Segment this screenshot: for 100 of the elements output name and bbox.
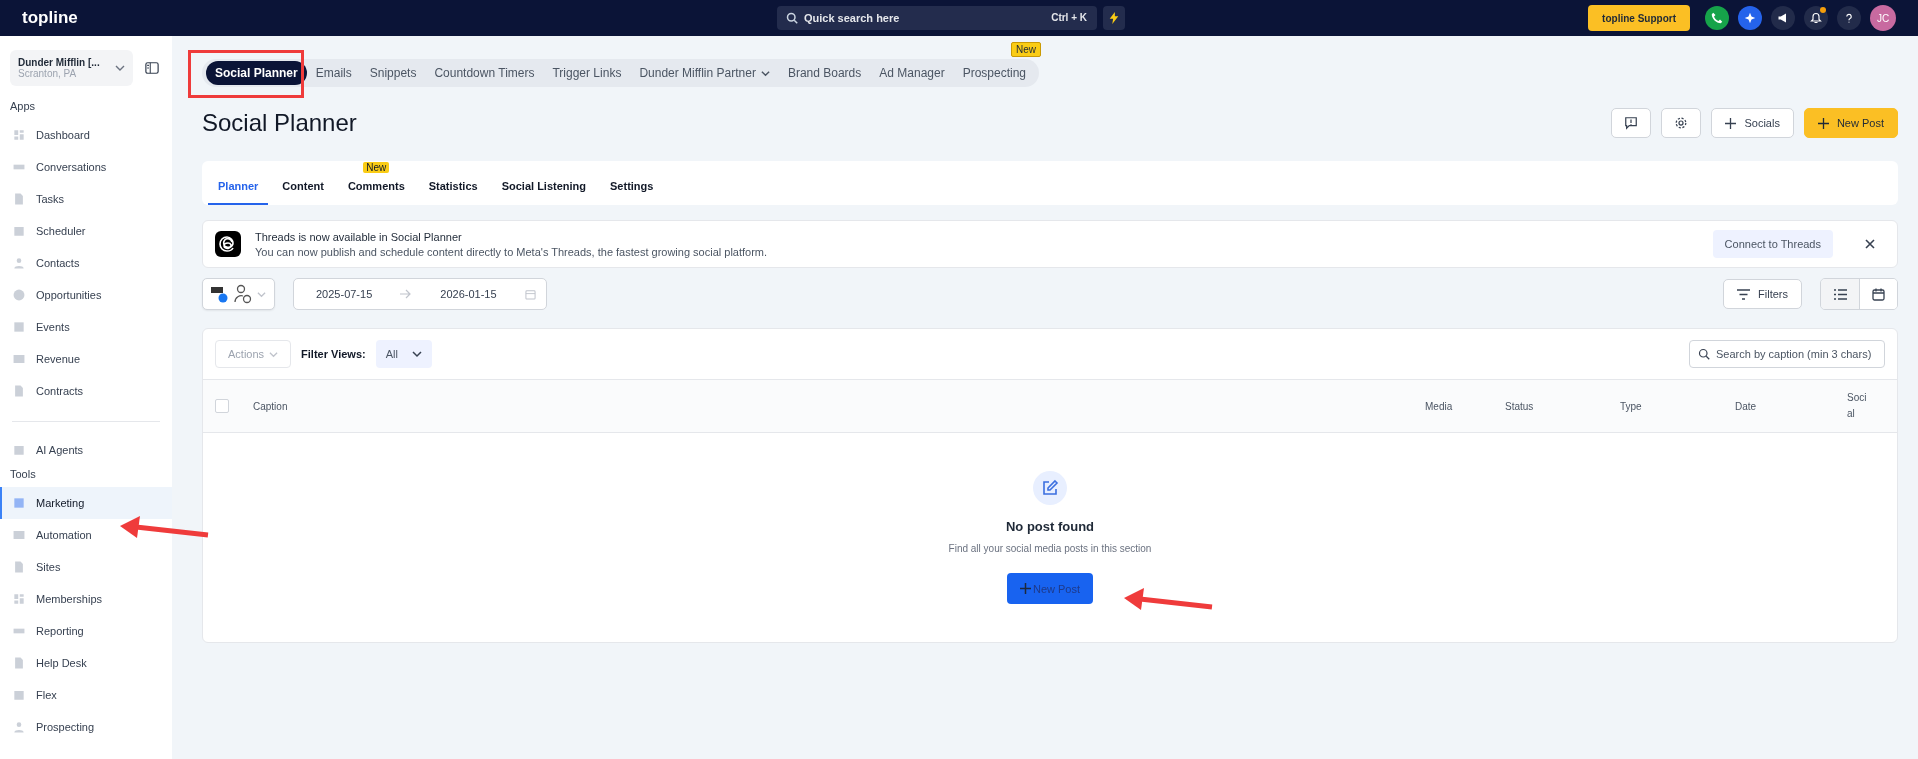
banner-text: You can now publish and schedule content directly to Meta's Threads, the fastest growing social platform. <box>255 245 769 258</box>
nav-icon <box>12 320 26 334</box>
sidebar-item[interactable]: Flex <box>0 679 172 711</box>
phone-icon <box>1711 12 1723 24</box>
module-tab[interactable]: Emails <box>306 61 361 85</box>
banner-title: Threads is now available in Social Planner <box>255 230 463 243</box>
caption-search-field[interactable]: Search by caption (min 3 chars) <box>1689 340 1885 368</box>
add-socials-button[interactable]: Socials <box>1711 108 1794 138</box>
bell-icon <box>1810 12 1822 24</box>
column-header: Status <box>1505 400 1535 412</box>
lightning-button[interactable] <box>1103 6 1125 30</box>
account-location: Scranton, PA <box>18 68 78 79</box>
nav-icon <box>12 192 26 206</box>
notifications-button[interactable] <box>1804 6 1828 30</box>
sidebar-item[interactable]: Help Desk <box>0 647 172 679</box>
sidebar-item[interactable]: Conversations <box>0 151 172 183</box>
module-tab[interactable]: Trigger Links <box>543 61 631 85</box>
nav-icon <box>12 528 26 542</box>
sidebar-item[interactable]: Prospecting <box>0 711 172 743</box>
module-tab[interactable]: Dunder Mifflin Partner <box>630 61 779 85</box>
sidebar-item[interactable]: Scheduler <box>0 215 172 247</box>
sidebar-item[interactable]: Automation <box>0 519 172 551</box>
nav-icon <box>12 128 26 142</box>
feedback-button[interactable] <box>1611 108 1652 138</box>
tab[interactable]: Social Listening <box>491 180 597 205</box>
tab[interactable]: Comments <box>337 180 415 205</box>
account-picker[interactable] <box>202 278 275 310</box>
search-icon <box>786 12 798 24</box>
sidebar-item[interactable]: Opportunities <box>0 279 172 311</box>
select-all-checkbox[interactable] <box>215 399 229 413</box>
account-name: Dunder Mifflin [... <box>18 57 101 68</box>
empty-state-text: Find all your social media posts in this section <box>948 543 1152 554</box>
nav-icon <box>12 688 26 702</box>
nav-icon <box>12 224 26 238</box>
support-button[interactable]: topline Support <box>1588 5 1690 31</box>
megaphone-button[interactable] <box>1771 6 1795 30</box>
chevron-down-icon <box>411 349 422 359</box>
nav-icon <box>12 384 26 398</box>
new-post-button[interactable]: New Post <box>1803 108 1898 138</box>
sidebar-item[interactable]: Revenue <box>0 343 172 375</box>
user-icon <box>233 284 253 304</box>
shortcut-hint: Ctrl + K <box>1051 12 1087 23</box>
filter-views-dropdown[interactable]: All <box>375 340 432 368</box>
edit-icon <box>1033 471 1067 505</box>
tab[interactable]: Settings <box>600 180 664 205</box>
tab[interactable]: Planner <box>208 180 269 205</box>
nav-icon <box>12 560 26 574</box>
nav-icon <box>12 256 26 270</box>
module-tab[interactable]: Social Planner <box>206 61 307 85</box>
date-range-field[interactable]: 2025-07-15 2026-01-15 <box>293 278 547 310</box>
module-tab[interactable]: Prospecting <box>953 61 1036 85</box>
calendar-view-button[interactable] <box>1859 279 1897 309</box>
phone-button[interactable] <box>1705 6 1729 30</box>
module-tab[interactable]: Brand Boards <box>778 61 871 85</box>
column-header: Social <box>1847 391 1868 421</box>
filter-views-label: Filter Views: <box>301 348 366 360</box>
sidebar-item[interactable]: Tasks <box>0 183 172 215</box>
close-icon[interactable] <box>1865 239 1875 249</box>
sparkle-button[interactable] <box>1738 6 1762 30</box>
filters-button[interactable]: Filters <box>1723 279 1802 309</box>
tab[interactable]: Statistics <box>418 180 488 205</box>
chevron-down-icon <box>269 349 279 359</box>
sidebar-item[interactable]: Reporting <box>0 615 172 647</box>
tab[interactable]: Content <box>272 180 334 205</box>
filter-icon <box>1737 288 1751 300</box>
sparkle-icon <box>1744 12 1756 24</box>
nav-icon <box>12 496 26 510</box>
settings-button[interactable] <box>1661 108 1702 138</box>
chevron-down-icon <box>257 289 266 299</box>
connect-threads-button[interactable]: Connect to Threads <box>1712 230 1833 258</box>
empty-state-title: No post found <box>1005 519 1095 534</box>
sidebar-toggle-icon[interactable] <box>145 61 159 75</box>
chevron-down-icon <box>115 63 125 73</box>
sidebar-item[interactable]: Marketing <box>0 487 172 519</box>
help-button[interactable] <box>1837 6 1861 30</box>
arrow-right-icon <box>400 289 413 299</box>
facebook-account-icon <box>211 285 229 303</box>
module-tab[interactable]: Snippets <box>360 61 426 85</box>
sidebar-item[interactable]: Contacts <box>0 247 172 279</box>
column-header: Date <box>1735 400 1758 412</box>
megaphone-icon <box>1777 12 1789 24</box>
nav-icon <box>12 288 26 302</box>
module-tab[interactable]: Ad Manager <box>870 61 954 85</box>
sidebar-item[interactable]: AI Agents <box>0 434 172 466</box>
threads-logo-icon <box>215 231 241 257</box>
module-tab[interactable]: Countdown Timers <box>425 61 544 85</box>
sidebar-item[interactable]: Sites <box>0 551 172 583</box>
calendar-icon <box>1872 287 1885 301</box>
new-badge: New <box>1011 42 1042 57</box>
sidebar-item[interactable]: Contracts <box>0 375 172 407</box>
sidebar-item[interactable]: Dashboard <box>0 119 172 151</box>
sidebar-item[interactable]: Memberships <box>0 583 172 615</box>
calendar-icon <box>524 288 536 300</box>
nav-icon <box>12 720 26 734</box>
section-heading: Tools <box>9 468 37 480</box>
list-icon <box>1833 288 1847 300</box>
brand-logo[interactable]: topline <box>22 8 78 28</box>
sidebar-item[interactable]: Events <box>0 311 172 343</box>
help-icon <box>1843 12 1855 24</box>
account-switcher[interactable]: Dunder Mifflin [... Scranton, PA <box>10 50 133 86</box>
